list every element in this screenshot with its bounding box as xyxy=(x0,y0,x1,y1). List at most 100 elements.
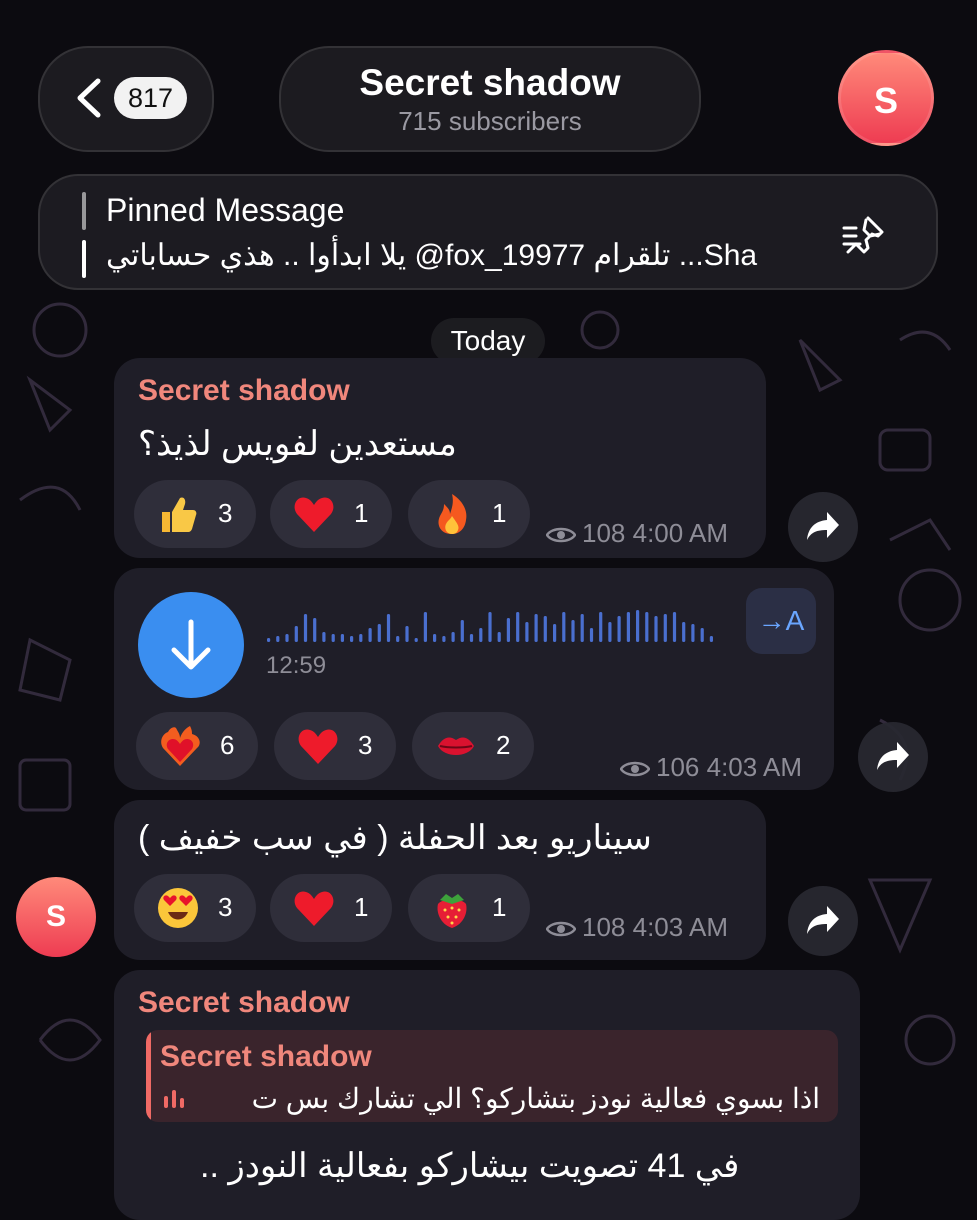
message-bubble[interactable]: سيناريو بعد الحفلة ( في سب خفيف ) 3 1 1 … xyxy=(114,800,766,960)
reaction-count: 1 xyxy=(354,892,369,922)
waveform-bar xyxy=(285,634,289,642)
reaction-chip[interactable]: 3 xyxy=(274,712,396,780)
waveform-bar xyxy=(543,616,547,642)
back-button[interactable]: 817 xyxy=(38,46,214,152)
message-time: 4:03 AM xyxy=(632,912,729,942)
waveform-bar xyxy=(709,636,713,642)
eye-icon xyxy=(546,921,576,937)
download-arrow-icon xyxy=(171,619,211,670)
waveform-bar xyxy=(479,628,483,642)
waveform-bar xyxy=(571,620,575,642)
heart-on-fire-icon xyxy=(161,726,200,766)
reaction-chip[interactable]: 3 xyxy=(134,480,256,548)
share-button[interactable] xyxy=(788,886,858,956)
voice-waveform[interactable] xyxy=(266,604,718,644)
waveform-bar xyxy=(396,636,400,642)
reaction-count: 2 xyxy=(496,730,511,760)
pinned-indicator-bar xyxy=(82,192,86,230)
waveform-bar xyxy=(460,620,464,642)
waveform-bar xyxy=(405,626,409,642)
waveform-bar xyxy=(294,626,298,642)
waveform-bar xyxy=(414,638,418,642)
sender-name: Secret shadow xyxy=(138,986,350,1019)
reaction-chip[interactable]: 3 xyxy=(134,874,256,942)
reaction-count: 1 xyxy=(354,498,369,528)
share-button[interactable] xyxy=(788,492,858,562)
waveform-bar xyxy=(599,612,603,642)
kiss-mark-icon xyxy=(438,737,474,755)
reply-quote[interactable]: Secret shadow اذا بسوي فعالية نودز بتشار… xyxy=(146,1030,838,1122)
reaction-chip[interactable]: 1 xyxy=(408,874,530,942)
message-text: في 41 تصويت بيشاركو بفعالية النودز .. xyxy=(200,1147,740,1185)
forward-arrow-icon xyxy=(807,512,839,540)
message-bubble[interactable]: Secret shadow مستعدين لفويس لذيذ؟ 3 1 1 … xyxy=(114,358,766,558)
heart-eyes-face-icon xyxy=(158,888,198,928)
waveform-bar xyxy=(636,610,640,642)
waveform-bar xyxy=(267,638,271,642)
pinned-indicator-bar-active xyxy=(82,240,86,278)
reply-text: اذا بسوي فعالية نودز بتشاركو؟ الي تشارك … xyxy=(251,1083,820,1114)
waveform-bar xyxy=(672,612,677,642)
pin-list-icon[interactable] xyxy=(842,214,892,254)
forward-arrow-icon xyxy=(877,742,909,770)
waveform-bar xyxy=(359,634,363,642)
waveform-bar xyxy=(506,618,510,642)
waveform-bar xyxy=(553,624,557,642)
message-meta: 108 4:03 AM xyxy=(546,912,728,943)
message-time: 4:03 AM xyxy=(706,752,803,782)
waveform-bar xyxy=(663,614,667,642)
reply-accent-bar xyxy=(146,1030,151,1122)
channel-title: Secret shadow xyxy=(359,62,621,103)
waveform-bar xyxy=(562,612,566,642)
strawberry-icon xyxy=(437,894,467,928)
waveform-bar xyxy=(617,616,621,642)
reaction-chip[interactable]: 1 xyxy=(270,480,392,548)
reaction-chip[interactable]: 6 xyxy=(136,712,258,780)
waveform-bar xyxy=(451,632,455,642)
waveform-bar xyxy=(423,612,427,642)
red-heart-icon xyxy=(294,891,334,926)
message-meta: 106 4:03 AM xyxy=(620,752,802,783)
waveform-bar xyxy=(276,636,280,642)
red-heart-icon xyxy=(294,497,334,532)
waveform-bar xyxy=(608,622,612,642)
chevron-left-icon xyxy=(77,78,101,118)
eye-icon xyxy=(620,761,650,777)
waveform-bar xyxy=(626,612,630,642)
thumbs-up-icon xyxy=(162,497,197,532)
waveform-bar xyxy=(497,632,501,642)
view-count: 108 xyxy=(582,912,626,942)
reaction-chip[interactable]: 2 xyxy=(412,712,534,780)
message-text: مستعدين لفويس لذيذ؟ xyxy=(138,425,457,463)
eye-icon xyxy=(546,527,576,543)
channel-avatar[interactable]: S xyxy=(838,50,934,146)
waveform-bar xyxy=(303,614,308,642)
sender-name: Secret shadow xyxy=(138,374,350,407)
reaction-chip[interactable]: 1 xyxy=(408,480,530,548)
waveform-bar xyxy=(433,634,437,642)
reaction-chip[interactable]: 1 xyxy=(270,874,392,942)
transcribe-button[interactable]: →A xyxy=(746,588,816,654)
waveform-bar xyxy=(516,612,520,642)
sender-avatar[interactable]: S xyxy=(16,877,96,957)
waveform-bar xyxy=(488,612,492,642)
unread-count-badge: 817 xyxy=(114,77,188,119)
voice-waveform-icon xyxy=(164,1090,184,1108)
waveform-bar xyxy=(700,628,704,642)
pinned-title: Pinned Message xyxy=(106,192,345,228)
waveform-bar xyxy=(469,634,474,642)
channel-header[interactable]: Secret shadow 715 subscribers xyxy=(279,46,701,152)
waveform-bar xyxy=(580,614,584,642)
pinned-text: يلا ابدأوا .. هذي حساباتي @fox_19977 تلق… xyxy=(106,239,758,272)
view-count: 108 xyxy=(582,518,626,548)
reaction-count: 1 xyxy=(492,498,507,528)
reaction-count: 3 xyxy=(218,892,233,922)
pinned-message-banner[interactable]: Pinned Message يلا ابدأوا .. هذي حساباتي… xyxy=(38,174,938,290)
waveform-bar xyxy=(534,614,538,642)
waveform-bar xyxy=(350,636,354,642)
reaction-count: 3 xyxy=(218,498,233,528)
download-voice-button[interactable] xyxy=(138,592,244,698)
share-button[interactable] xyxy=(858,722,928,792)
message-meta: 108 4:00 AM xyxy=(546,518,728,549)
waveform-bar xyxy=(313,618,317,642)
